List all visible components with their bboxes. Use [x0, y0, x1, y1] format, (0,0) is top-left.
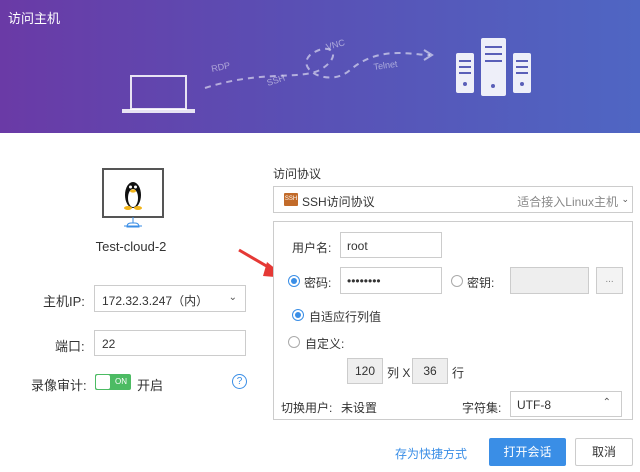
ssh-label: SSH	[266, 73, 287, 88]
charset-select[interactable]: UTF-8 ⌃	[510, 391, 622, 417]
custom-radio[interactable]	[288, 336, 300, 348]
audit-toggle[interactable]: ON	[95, 374, 131, 390]
cancel-button[interactable]: 取消	[575, 438, 633, 466]
custom-label: 自定义:	[305, 337, 345, 351]
linux-penguin-icon	[124, 182, 142, 210]
adaptive-label: 自适应行列值	[309, 310, 382, 324]
password-input[interactable]: ••••••••	[340, 267, 442, 294]
ip-select[interactable]: 172.32.3.247（内） ⌄	[94, 285, 246, 312]
key-label: 密钥:	[467, 276, 495, 290]
charset-value: UTF-8	[517, 398, 551, 412]
port-input[interactable]: 22	[94, 330, 246, 356]
save-shortcut-link[interactable]: 存为快捷方式	[395, 445, 467, 462]
chevron-down-icon: ⌄	[621, 194, 629, 204]
host-name: Test-cloud-2	[95, 239, 167, 254]
window-title: 访问主机	[8, 11, 61, 26]
protocol-value: SSH访问协议	[302, 195, 375, 209]
charset-label: 字符集:	[462, 401, 502, 415]
host-monitor-icon	[102, 168, 164, 218]
host-info-pane: Test-cloud-2 主机IP: 172.32.3.247（内） ⌄ 端口:…	[0, 133, 262, 472]
ssh-icon: SSH	[284, 193, 298, 206]
auth-panel: 用户名: root 密码: •••••••• 密钥: ... 自适应行列值 自定…	[273, 221, 633, 420]
username-label: 用户名:	[292, 241, 332, 255]
header-banner: RDP SSH VNC Telnet 访问主机	[0, 0, 640, 133]
audit-label: 录像审计:	[31, 378, 87, 393]
cols-unit: 列 X	[387, 366, 411, 380]
password-radio[interactable]	[288, 275, 300, 287]
switch-user-link[interactable]: 未设置	[341, 399, 377, 416]
ip-value: 172.32.3.247（内）	[102, 294, 209, 308]
protocol-hint: 适合接入Linux主机	[517, 195, 618, 209]
help-icon[interactable]: ?	[232, 374, 247, 389]
switch-user-label: 切换用户:	[281, 401, 333, 415]
protocol-select[interactable]: SSH SSH访问协议 适合接入Linux主机 ⌄	[273, 186, 633, 213]
chevron-up-icon: ⌃	[602, 397, 611, 408]
rows-unit: 行	[452, 366, 465, 380]
adaptive-radio[interactable]	[292, 309, 304, 321]
password-label: 密码:	[304, 276, 332, 290]
ip-label: 主机IP:	[43, 294, 85, 309]
cols-input[interactable]: 120	[347, 358, 383, 384]
vnc-label: VNC	[325, 37, 346, 52]
protocol-label: 访问协议	[273, 167, 322, 181]
chevron-down-icon: ⌄	[228, 292, 237, 303]
toggle-knob	[96, 375, 110, 389]
username-input[interactable]: root	[340, 232, 442, 258]
toggle-on-text: ON	[115, 377, 127, 386]
connection-illustration: RDP SSH VNC Telnet	[122, 37, 531, 113]
network-node-icon	[124, 217, 142, 228]
key-browse-button[interactable]: ...	[596, 267, 623, 294]
open-session-button[interactable]: 打开会话	[489, 438, 566, 466]
rows-input[interactable]: 36	[412, 358, 448, 384]
rdp-label: RDP	[210, 60, 231, 74]
key-radio[interactable]	[451, 275, 463, 287]
audit-state-text: 开启	[137, 378, 164, 393]
key-input[interactable]	[510, 267, 589, 294]
telnet-label: Telnet	[373, 59, 399, 72]
port-label: 端口:	[55, 339, 85, 354]
